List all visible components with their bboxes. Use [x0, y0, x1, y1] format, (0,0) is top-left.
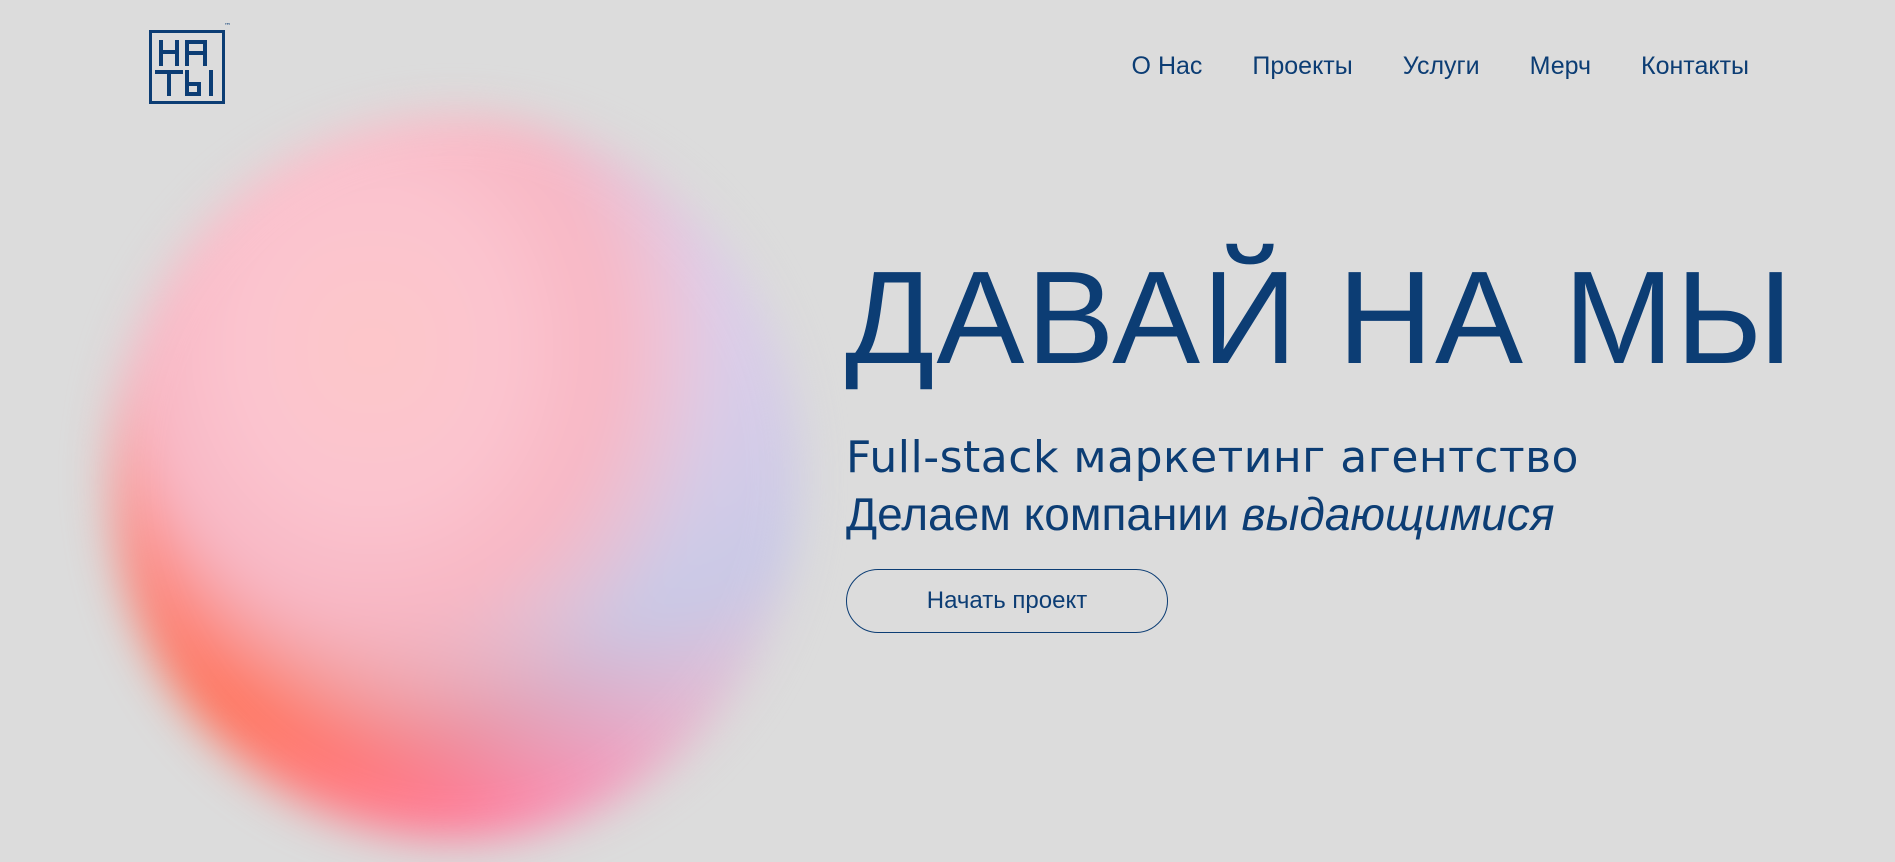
- hero-subtitle-prefix: Делаем компании: [846, 488, 1242, 540]
- nav-item-projects[interactable]: Проекты: [1252, 52, 1352, 80]
- nav-item-about[interactable]: О Нас: [1132, 52, 1203, 80]
- nav-item-merch[interactable]: Мерч: [1530, 52, 1591, 80]
- nav-item-services[interactable]: Услуги: [1403, 52, 1480, 80]
- nav-item-contacts[interactable]: Контакты: [1641, 52, 1749, 80]
- hero-subtitle-line2: Делаем компании выдающимися: [846, 488, 1554, 540]
- hero-subtitle-emphasis: выдающимися: [1241, 488, 1555, 540]
- gradient-orb: [110, 115, 800, 840]
- hero-title: ДАВАЙ НА МЫ: [845, 244, 1795, 391]
- brand-logo[interactable]: [149, 30, 225, 104]
- trademark-mark: ™: [224, 22, 231, 30]
- hero-subtitle-line1: Full-stack маркетинг агентство: [846, 432, 1579, 483]
- start-project-button[interactable]: Начать проект: [846, 569, 1168, 633]
- main-nav: О Нас Проекты Услуги Мерч Контакты: [1132, 52, 1749, 80]
